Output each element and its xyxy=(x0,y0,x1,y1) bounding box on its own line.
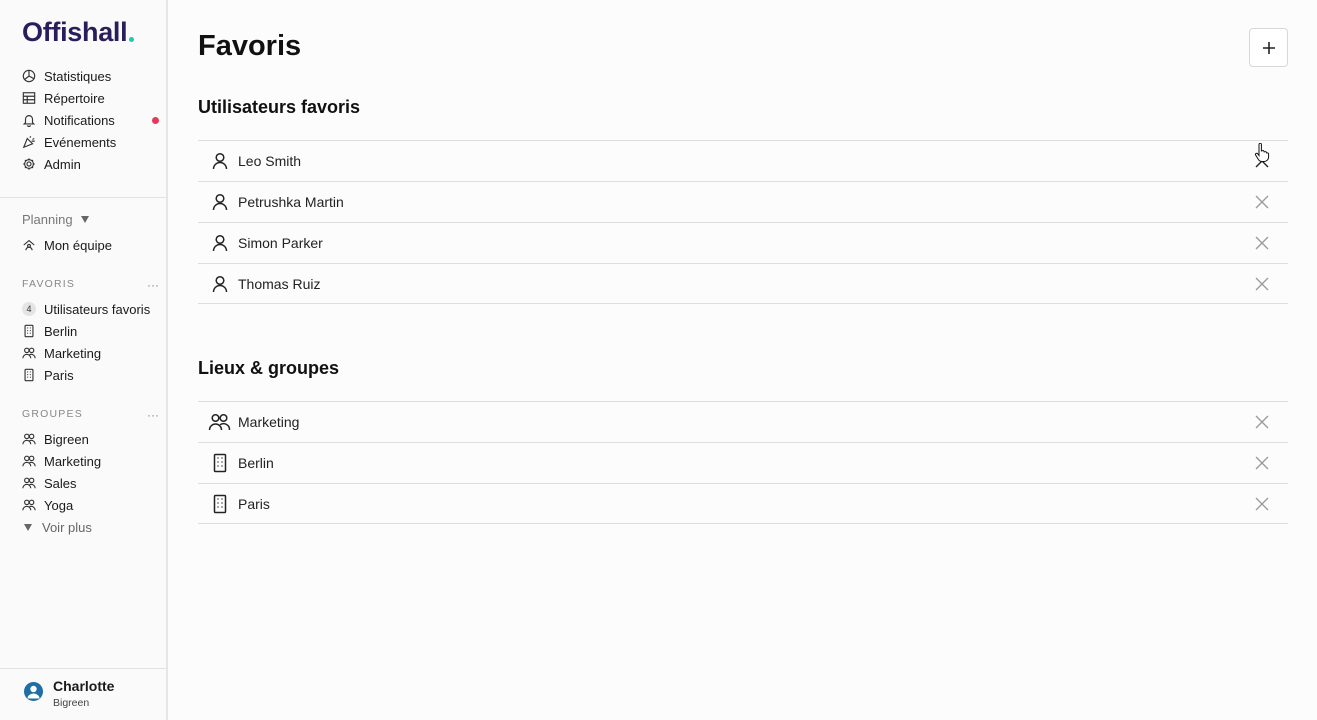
team-icon xyxy=(23,239,35,251)
building-icon xyxy=(213,453,227,473)
add-favorite-button[interactable] xyxy=(1249,28,1288,67)
sidebar-item-bigreen[interactable]: Bigreen xyxy=(22,429,89,449)
nav-label: Admin xyxy=(44,156,81,172)
favoris-header: FAVORIS xyxy=(22,278,76,290)
nav-statistiques[interactable]: Statistiques xyxy=(22,66,111,86)
nav-label: Utilisateurs favoris xyxy=(44,301,151,317)
nav-label: Statistiques xyxy=(44,68,112,84)
plus-icon xyxy=(1262,41,1275,54)
group-icon xyxy=(22,433,36,445)
list-item[interactable]: Leo Smith xyxy=(198,140,1288,181)
nav-label: Evénements xyxy=(44,134,117,150)
nav-admin[interactable]: Admin xyxy=(22,154,81,174)
user-name: Charlotte xyxy=(53,678,115,694)
list-item[interactable]: Petrushka Martin xyxy=(198,181,1288,222)
close-icon[interactable] xyxy=(1255,195,1269,209)
close-icon[interactable] xyxy=(1255,277,1269,291)
current-user[interactable]: Charlotte Bigreen xyxy=(0,668,166,720)
table-icon xyxy=(22,92,36,104)
user-name: Thomas Ruiz xyxy=(238,275,321,292)
group-icon xyxy=(22,455,36,467)
voir-plus-label: Voir plus xyxy=(42,519,92,535)
user-icon xyxy=(212,234,228,252)
logo-text: Offishall xyxy=(22,16,128,47)
building-icon xyxy=(24,324,34,338)
user-avatar-icon xyxy=(27,685,40,699)
list-item[interactable]: Marketing xyxy=(198,401,1288,442)
user-icon xyxy=(212,193,228,211)
favorite-users-list: Leo Smith Petrushka Martin Simon Parker … xyxy=(198,140,1288,304)
sidebar: Offishall Statistiques Répertoire Notifi… xyxy=(0,0,168,720)
sidebar-item-sales[interactable]: Sales xyxy=(22,473,77,493)
nav-label: Sales xyxy=(44,475,77,491)
nav-evenements[interactable]: Evénements xyxy=(22,132,116,152)
nav-notifications[interactable]: Notifications xyxy=(22,110,115,130)
favorite-places-list: Marketing Berlin Paris xyxy=(198,401,1288,524)
favoris-more-icon[interactable]: ··· xyxy=(147,279,159,295)
list-item[interactable]: Paris xyxy=(198,483,1288,524)
list-item[interactable]: Thomas Ruiz xyxy=(198,263,1288,304)
place-name: Paris xyxy=(238,495,270,512)
user-name: Leo Smith xyxy=(238,153,302,169)
groupes-more-icon[interactable]: ··· xyxy=(147,409,159,425)
sidebar-item-paris[interactable]: Paris xyxy=(22,365,74,385)
user-name: Simon Parker xyxy=(238,235,323,251)
group-icon xyxy=(22,499,36,511)
group-icon xyxy=(208,413,231,431)
nav-label: Répertoire xyxy=(44,90,105,106)
users-section-title: Utilisateurs favoris xyxy=(198,97,361,117)
building-icon xyxy=(213,494,227,514)
nav-label: Paris xyxy=(44,367,74,383)
groupes-header: GROUPES xyxy=(22,408,83,420)
sidebar-item-marketing-group[interactable]: Marketing xyxy=(22,451,101,471)
nav-label: Yoga xyxy=(44,497,74,513)
places-section-title: Lieux & groupes xyxy=(198,358,340,378)
unread-dot xyxy=(152,117,159,124)
close-icon[interactable] xyxy=(1255,497,1269,511)
nav-label: Mon équipe xyxy=(44,237,112,253)
place-name: Berlin xyxy=(238,455,274,471)
planning-dropdown[interactable]: Planning xyxy=(22,209,89,229)
hand-cursor-icon xyxy=(1255,143,1270,162)
gear-icon xyxy=(23,158,35,170)
list-item[interactable]: Simon Parker xyxy=(198,222,1288,263)
voir-plus-button[interactable]: Voir plus xyxy=(24,517,92,537)
page-title: Favoris xyxy=(198,30,302,62)
user-icon xyxy=(212,275,228,293)
avatar xyxy=(24,682,43,701)
app-logo[interactable]: Offishall xyxy=(22,16,135,48)
bell-icon xyxy=(22,115,36,127)
nav-label: Notifications xyxy=(44,112,115,128)
party-icon xyxy=(22,135,35,149)
logo-dot xyxy=(129,36,135,42)
sidebar-item-marketing[interactable]: Marketing xyxy=(22,343,101,363)
user-org: Bigreen xyxy=(53,697,90,709)
nav-label: Berlin xyxy=(44,323,78,339)
sidebar-item-yoga[interactable]: Yoga xyxy=(22,495,73,515)
close-icon[interactable] xyxy=(1255,236,1269,250)
building-icon xyxy=(24,368,34,382)
count-badge: 4 xyxy=(22,302,36,316)
nav-mon-equipe[interactable]: Mon équipe xyxy=(22,235,112,255)
sidebar-item-berlin[interactable]: Berlin xyxy=(22,321,77,341)
nav-label: Marketing xyxy=(44,453,102,469)
nav-label: Marketing xyxy=(44,345,102,361)
caret-down-icon xyxy=(24,523,32,531)
user-icon xyxy=(212,152,228,170)
list-item[interactable]: Berlin xyxy=(198,442,1288,483)
user-name: Petrushka Martin xyxy=(238,194,344,210)
group-icon xyxy=(22,477,36,489)
close-icon[interactable] xyxy=(1255,456,1269,470)
nav-repertoire[interactable]: Répertoire xyxy=(22,88,105,108)
nav-label: Bigreen xyxy=(44,431,89,447)
caret-down-icon xyxy=(80,215,89,223)
sidebar-item-utilisateurs-favoris[interactable]: 4 Utilisateurs favoris xyxy=(22,299,150,319)
sidebar-divider xyxy=(0,197,166,198)
close-icon[interactable] xyxy=(1255,415,1269,429)
chart-icon xyxy=(22,69,36,83)
planning-label: Planning xyxy=(22,211,73,227)
place-name: Marketing xyxy=(238,414,300,430)
group-icon xyxy=(22,347,36,359)
